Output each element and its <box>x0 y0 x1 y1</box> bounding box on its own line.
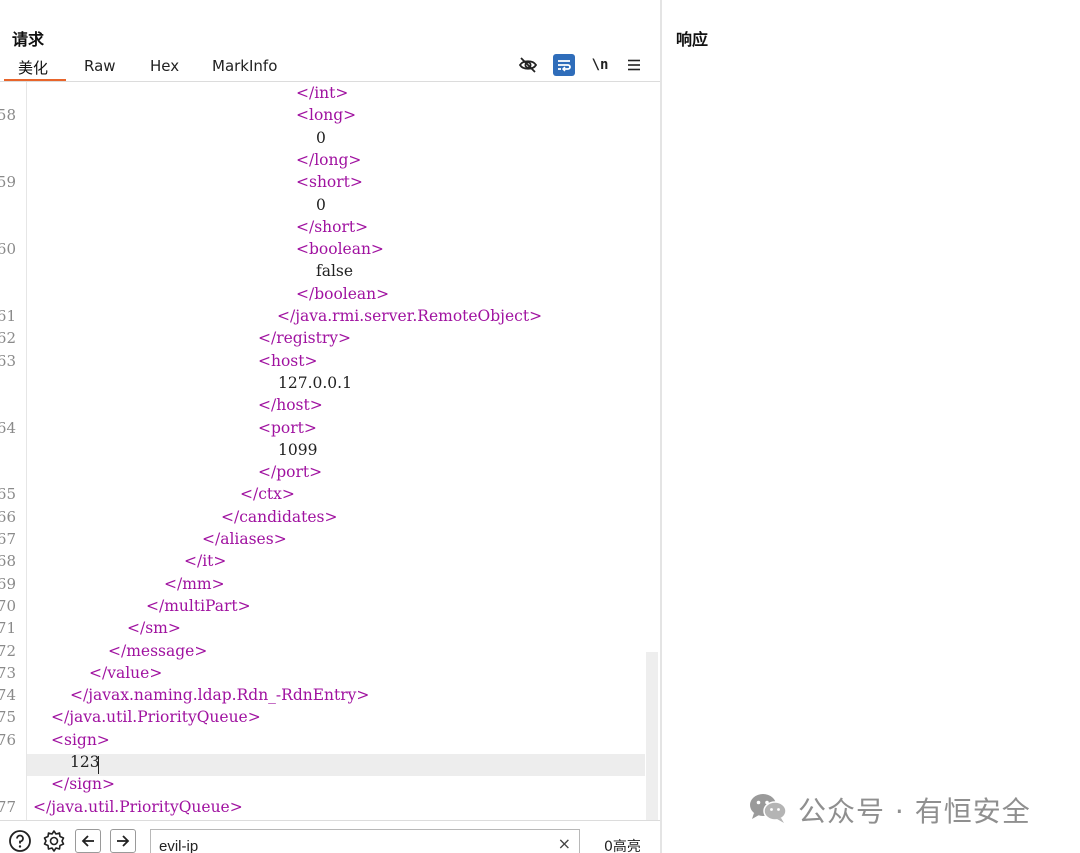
response-title: 响应 <box>676 30 709 49</box>
xml-tag-line: </long> <box>296 150 362 169</box>
xml-tag-line: </multiPart> <box>146 596 251 615</box>
xml-tag-line: <host> <box>258 351 318 370</box>
line-number: 63 <box>0 351 16 370</box>
line-number: 58 <box>0 106 16 125</box>
gutter-divider <box>26 82 27 820</box>
line-number: 75 <box>0 708 16 727</box>
xml-tag-line: </boolean> <box>296 284 390 303</box>
xml-tag-line: <port> <box>258 418 317 437</box>
xml-tag-line: </host> <box>258 396 323 415</box>
xml-tag-line: </java.util.PriorityQueue> <box>51 708 261 727</box>
xml-text-line: 127.0.0.1 <box>278 373 352 392</box>
request-pane: 请求 美化 Raw Hex MarkInfo \n </int> <long> … <box>0 0 660 853</box>
xml-tag-line: <short> <box>296 173 363 192</box>
menu-icon[interactable] <box>623 54 645 76</box>
line-number: 74 <box>0 686 16 705</box>
current-line-highlight <box>27 754 645 776</box>
xml-tag-line: </registry> <box>258 329 352 348</box>
line-number: 62 <box>0 329 16 348</box>
xml-tag-line: <boolean> <box>296 240 384 259</box>
search-input[interactable] <box>159 836 539 853</box>
xml-tag-line: </java.util.PriorityQueue> <box>33 797 243 816</box>
xml-text-line: 123 <box>70 753 100 771</box>
tab-raw[interactable]: Raw <box>84 57 116 75</box>
xml-text-line: 1099 <box>278 440 318 459</box>
wechat-icon <box>748 791 788 830</box>
line-number: 72 <box>0 641 16 660</box>
search-field[interactable]: × <box>150 829 580 853</box>
line-number: 70 <box>0 596 16 615</box>
help-icon[interactable] <box>8 829 32 853</box>
xml-tag-line: <sign> <box>51 730 110 749</box>
xml-tag-line: </sign> <box>51 775 116 794</box>
match-count: 0高亮 <box>604 839 641 853</box>
xml-tag-line: </ctx> <box>240 485 295 504</box>
xml-tag-line: </port> <box>258 463 323 482</box>
line-number: 59 <box>0 173 16 192</box>
line-number: 66 <box>0 507 16 526</box>
response-pane: 响应 <box>662 0 1080 853</box>
clear-search-button[interactable]: × <box>558 834 571 853</box>
search-bar: × 0高亮 <box>0 820 660 853</box>
line-number: 68 <box>0 552 16 571</box>
xml-tag-line: </mm> <box>164 574 225 593</box>
line-number: 60 <box>0 240 16 259</box>
arrow-left-icon[interactable] <box>75 829 101 853</box>
line-number: 76 <box>0 730 16 749</box>
line-number: 65 <box>0 485 16 504</box>
text-caret <box>98 756 99 774</box>
xml-tag-line: </short> <box>296 217 369 236</box>
line-number: 61 <box>0 307 16 325</box>
newline-toggle-icon[interactable]: \n <box>589 54 611 76</box>
eye-off-icon[interactable] <box>517 54 539 76</box>
xml-tag-line: </candidates> <box>221 507 338 526</box>
xml-tag-line: </message> <box>108 641 208 660</box>
request-title: 请求 <box>12 30 45 49</box>
settings-icon[interactable] <box>42 829 66 853</box>
tab-pretty[interactable]: 美化 <box>18 57 48 78</box>
line-number: 67 <box>0 530 16 548</box>
vertical-scrollbar[interactable] <box>646 652 658 820</box>
wrap-lines-icon[interactable] <box>553 54 575 76</box>
code-editor[interactable]: </int> <long> 58 0 </long> <short> 59 0 </short>… <box>0 82 660 820</box>
xml-text-line: 0 <box>316 128 326 147</box>
arrow-right-icon[interactable] <box>110 829 136 853</box>
xml-tag-line: </int> <box>296 84 349 102</box>
xml-tag-line: </value> <box>89 663 163 682</box>
watermark: 公众号 · 有恒安全 <box>748 790 1031 830</box>
xml-tag-line: </sm> <box>127 619 181 638</box>
xml-tag-line: <long> <box>296 106 357 125</box>
xml-text-line: 0 <box>316 195 326 214</box>
tab-hex[interactable]: Hex <box>150 57 179 75</box>
watermark-text: 公众号 · 有恒安全 <box>798 795 1031 828</box>
tab-markinfo[interactable]: MarkInfo <box>212 57 277 75</box>
line-number: 69 <box>0 574 16 593</box>
xml-tag-line: </java.rmi.server.RemoteObject> <box>277 307 543 325</box>
line-number: 77 <box>0 797 16 816</box>
line-number: 71 <box>0 619 16 638</box>
xml-text-line: false <box>316 262 354 281</box>
xml-tag-line: </javax.naming.ldap.Rdn_-RdnEntry> <box>70 686 370 705</box>
line-number: 64 <box>0 418 16 437</box>
xml-tag-line: </aliases> <box>202 530 287 548</box>
line-number: 73 <box>0 663 16 682</box>
xml-tag-line: </it> <box>184 552 227 571</box>
